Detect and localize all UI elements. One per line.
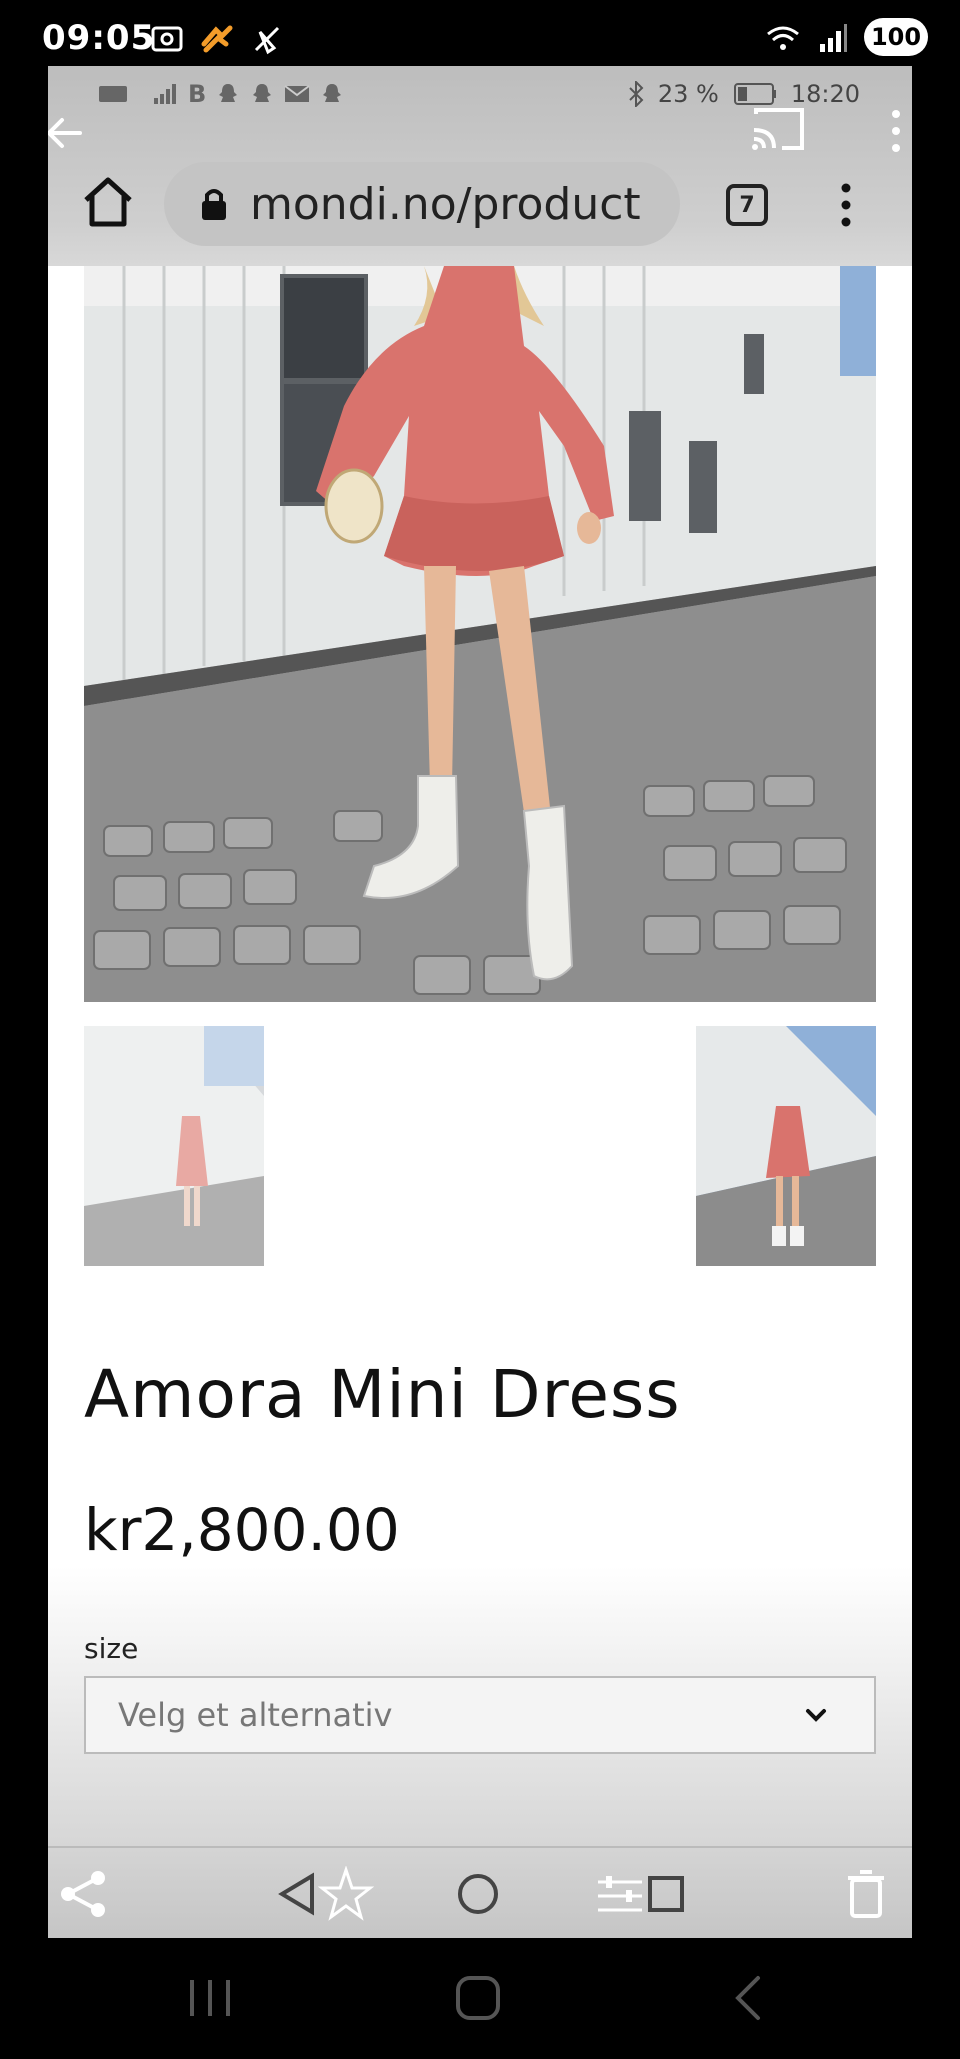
b-app-icon: B bbox=[188, 80, 207, 108]
size-select-value: Velg et alternativ bbox=[118, 1696, 393, 1734]
phone-screen: 09:05 100 B 23 % 18:20 mondi.no/product … bbox=[0, 0, 960, 2059]
size-label: size bbox=[84, 1632, 139, 1665]
tabs-button[interactable]: 7 bbox=[726, 184, 768, 226]
back-triangle-icon[interactable] bbox=[268, 1866, 324, 1922]
signal-icon bbox=[154, 84, 176, 104]
star-icon[interactable] bbox=[318, 1866, 374, 1922]
screenshot-icon bbox=[151, 26, 183, 52]
status-time: 09:05 bbox=[42, 18, 156, 58]
delete-icon[interactable] bbox=[838, 1866, 894, 1922]
battery-indicator: 100 bbox=[864, 18, 928, 56]
size-select[interactable]: Velg et alternativ bbox=[84, 1676, 876, 1754]
inner-battery-percent: 23 % bbox=[657, 80, 719, 108]
app-notification-icon bbox=[201, 25, 233, 53]
home-icon[interactable] bbox=[78, 172, 138, 232]
chevron-down-icon bbox=[806, 1709, 826, 1722]
square-icon[interactable] bbox=[638, 1866, 694, 1922]
thumbnail-illustration bbox=[696, 1026, 876, 1266]
snapchat-icon bbox=[253, 84, 272, 102]
back-nav-icon[interactable] bbox=[722, 1970, 778, 2026]
nfc-icon bbox=[99, 86, 127, 102]
status-icons-left bbox=[150, 22, 284, 56]
snapchat-icon bbox=[219, 84, 238, 102]
share-icon[interactable] bbox=[56, 1866, 112, 1922]
circle-home-icon[interactable] bbox=[450, 1866, 506, 1922]
recent-apps-icon[interactable] bbox=[182, 1970, 238, 2026]
browser-menu-icon[interactable] bbox=[836, 180, 856, 230]
home-nav-icon[interactable] bbox=[450, 1970, 506, 2026]
system-navigation-bar bbox=[0, 1940, 960, 2059]
inner-status-right: 23 % 18:20 bbox=[628, 80, 860, 108]
viewer-action-bar bbox=[48, 1846, 912, 1938]
signal-icon bbox=[820, 24, 847, 52]
url-bar[interactable]: mondi.no/product bbox=[164, 162, 680, 246]
wifi-icon bbox=[767, 26, 799, 50]
snapchat-icon bbox=[323, 84, 342, 102]
status-icons-right: 100 bbox=[764, 18, 928, 56]
browser-toolbar: mondi.no/product 7 bbox=[48, 146, 912, 266]
product-thumbnail-2[interactable] bbox=[696, 1026, 876, 1266]
product-title: Amora Mini Dress bbox=[84, 1356, 681, 1433]
product-photo-illustration bbox=[84, 266, 876, 1002]
mail-icon bbox=[284, 85, 310, 102]
url-text: mondi.no/product bbox=[250, 178, 641, 230]
mute-vibrate-icon bbox=[254, 26, 280, 55]
product-main-image[interactable] bbox=[84, 266, 876, 1002]
thumbnail-illustration bbox=[84, 1026, 264, 1266]
product-thumbnail-1[interactable] bbox=[84, 1026, 264, 1266]
inner-status-icons: B bbox=[98, 80, 344, 108]
lock-icon bbox=[202, 189, 226, 220]
browser-screenshot: B 23 % 18:20 mondi.no/product 7 Amora Mi… bbox=[48, 66, 912, 1938]
product-price: kr2,800.00 bbox=[84, 1496, 400, 1564]
bluetooth-icon bbox=[629, 81, 644, 107]
